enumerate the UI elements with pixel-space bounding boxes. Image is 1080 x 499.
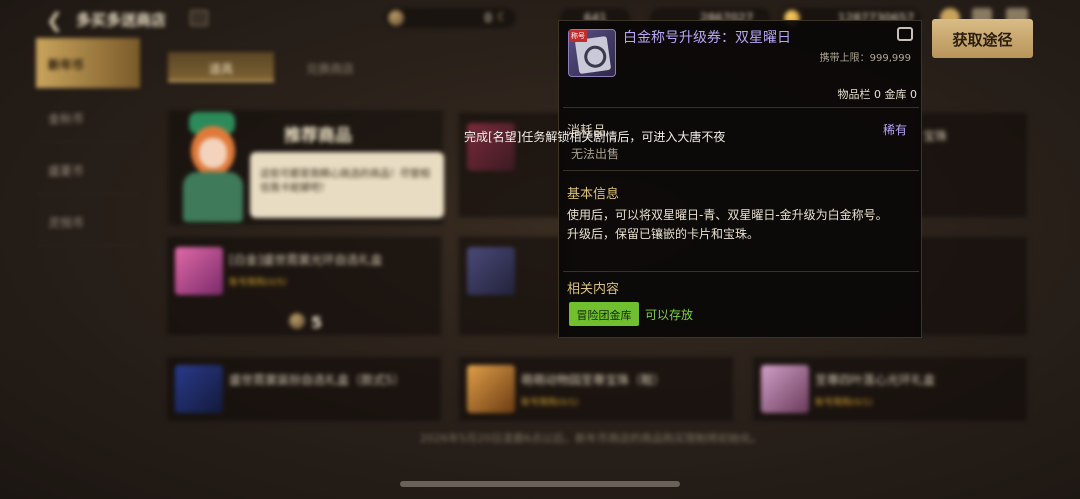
shop-npc-image	[175, 112, 250, 222]
storage-count: 物品栏 0 金库 0	[837, 88, 918, 101]
product-card[interactable]: 至尊四叶莲心光环礼盒 账号限购(0/1)	[752, 356, 1028, 422]
product-name: 至尊四叶莲心光环礼盒	[815, 373, 936, 387]
currency-slot-1: 0 ☾	[384, 8, 516, 28]
product-name: [白金]盛世霓裳光环自选礼盒	[229, 253, 383, 267]
tab-items[interactable]: 道具	[168, 52, 274, 82]
reset-notice: 2026年5月20日凌晨6点以后，新年币商店的商品购买限制将初始化。	[420, 432, 762, 445]
nav-item-label: 新年币	[48, 58, 85, 72]
currency-nav: 新年币 金秋币 盛夏币 灵悦币	[36, 38, 140, 278]
product-thumbnail	[175, 247, 223, 295]
divider	[563, 170, 919, 171]
npc-face	[199, 138, 227, 168]
related-content-header: 相关内容	[567, 282, 620, 297]
product-card[interactable]: 盛世霓裳装扮自选礼盒（款式5）	[166, 356, 442, 422]
menu-icon[interactable]	[190, 10, 208, 26]
nav-item-autumn[interactable]: 金秋币	[36, 92, 140, 142]
product-thumbnail	[467, 247, 515, 295]
get-source-button[interactable]: 获取途径	[932, 19, 1033, 58]
home-indicator[interactable]	[400, 481, 680, 487]
product-price: 5	[311, 313, 323, 332]
item-tooltip: 称号 白金称号升级券：双星曜日 携带上限：999,999 物品栏 0 金库 0 …	[558, 20, 922, 338]
product-name: 盛世霓裳装扮自选礼盒（款式5）	[229, 373, 405, 387]
back-arrow-icon[interactable]: ❮	[46, 8, 63, 32]
description-line: 使用后，可以将双星曜日-青、双星曜日-金升级为白金称号。	[567, 208, 888, 222]
currency-value: 0	[484, 11, 492, 25]
product-thumbnail	[761, 365, 809, 413]
tab-exchange[interactable]: 兑换商店	[284, 52, 376, 82]
sell-status: 无法出售	[571, 147, 620, 161]
product-name: 萌萌动物园至尊宝珠（鞋）	[521, 373, 666, 387]
product-card[interactable]: 萌萌动物园至尊宝珠（鞋） 账号限购(0/1)	[458, 356, 734, 422]
nav-item-summer[interactable]: 盛夏币	[36, 144, 140, 194]
item-rarity: 稀有	[882, 123, 907, 137]
item-name: 白金称号升级券：双星曜日	[623, 30, 791, 46]
coin-icon	[388, 10, 404, 26]
basic-info-header: 基本信息	[567, 187, 620, 202]
divider	[563, 107, 919, 108]
description-line: 升级后，保留已镶嵌的卡片和宝珠。	[567, 227, 760, 241]
product-limit: 账号限购(0/1)	[521, 398, 579, 408]
item-tag: 称号	[569, 30, 587, 42]
nav-item-label: 灵悦币	[48, 216, 85, 230]
product-card[interactable]: 宝珠	[918, 112, 1028, 218]
product-thumbnail	[467, 365, 515, 413]
recommend-title: 推荐商品	[284, 126, 352, 146]
moon-icon: ☾	[497, 10, 508, 24]
divider	[563, 271, 919, 272]
product-card[interactable]	[918, 236, 1028, 336]
nav-item-label: 盛夏币	[48, 164, 85, 178]
product-thumbnail	[175, 365, 223, 413]
npc-speech-bubble: 这些可都是我精心挑选的商品！尽管相信我卡妮娜吧！	[250, 152, 444, 218]
quest-unlock-hint: 完成[名望]任务解锁相关剧情后，可进入大唐不夜	[464, 130, 726, 144]
storable-status: 可以存放	[645, 308, 694, 322]
nav-item-label: 金秋币	[48, 112, 85, 126]
product-name: 宝珠	[923, 129, 948, 143]
shop-title: 多买多送商店	[76, 11, 167, 29]
carry-limit: 携带上限：999,999	[819, 53, 911, 64]
item-description: 使用后，可以将双星曜日-青、双星曜日-金升级为白金称号。 升级后，保留已镶嵌的卡…	[567, 206, 917, 244]
title-voucher-icon: 称号	[568, 29, 616, 77]
product-limit: 账号限购(0/5)	[229, 278, 287, 288]
coin-icon	[289, 313, 305, 329]
npc-body	[183, 172, 243, 222]
product-card[interactable]	[458, 236, 568, 336]
product-card[interactable]: [白金]盛世霓裳光环自选礼盒 账号限购(0/5) 5	[166, 236, 442, 336]
share-icon[interactable]	[897, 27, 913, 41]
adventure-vault-badge: 冒险团金库	[569, 302, 639, 326]
nav-item-new-year[interactable]: 新年币	[36, 38, 140, 88]
product-limit: 账号限购(0/1)	[815, 398, 873, 408]
nav-item-lingyue[interactable]: 灵悦币	[36, 196, 140, 246]
